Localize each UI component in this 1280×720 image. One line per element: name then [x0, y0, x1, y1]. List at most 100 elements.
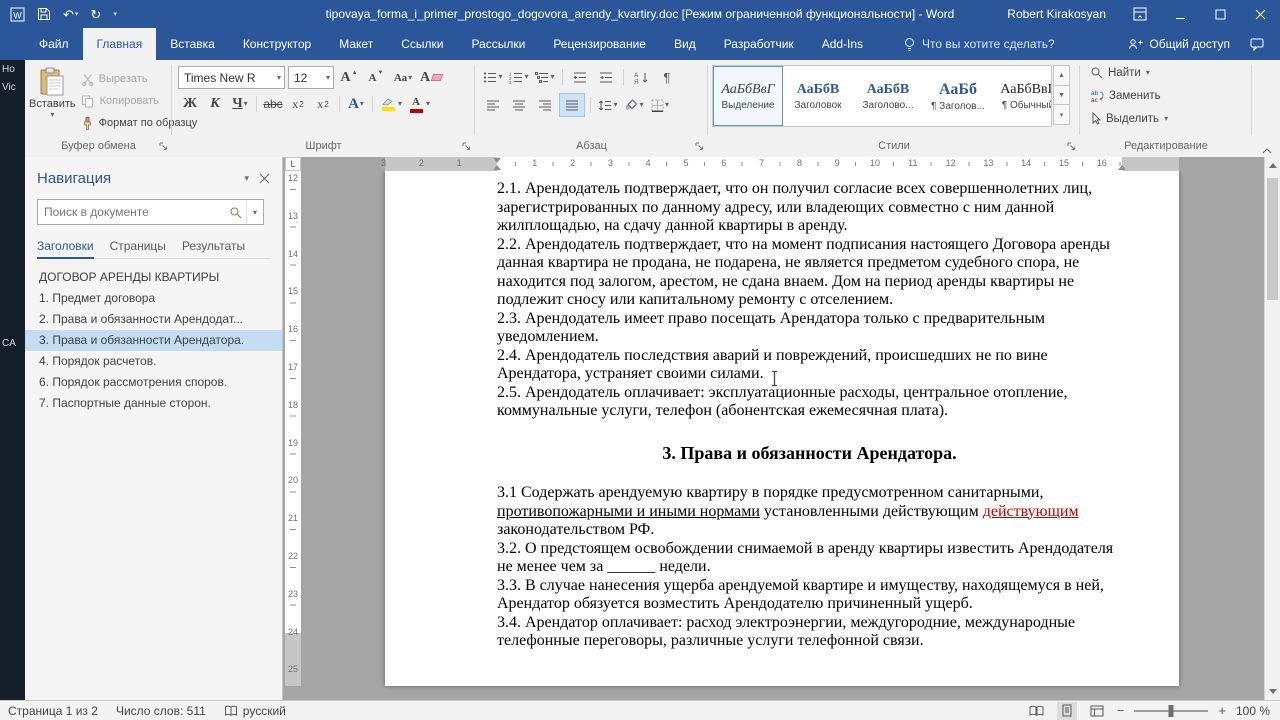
font-size-combo[interactable]: 12▾ [288, 66, 334, 89]
share-button[interactable]: Общий доступ [1128, 37, 1230, 51]
shading-button[interactable]: ▾ [622, 94, 646, 116]
highlight-color-button[interactable]: ▾ [377, 93, 404, 115]
sort-button[interactable]: АЯ [629, 66, 653, 88]
replace-button[interactable]: abac Заменить [1080, 85, 1252, 106]
ribbon-display-options-button[interactable] [1120, 0, 1160, 28]
grow-font-button[interactable]: А▲ [337, 67, 361, 89]
style-item[interactable]: АаБбВЗаголово... [853, 66, 923, 126]
shrink-font-button[interactable]: А▼ [364, 67, 388, 89]
tell-me-box[interactable]: Что вы хотите сделать? [903, 28, 1055, 60]
search-icon[interactable] [224, 206, 246, 219]
word-app-icon[interactable]: W [10, 7, 25, 22]
tab-Рецензирование[interactable]: Рецензирование [539, 28, 660, 60]
select-button[interactable]: Выделить ▾ [1080, 108, 1252, 129]
subscript-button[interactable]: x2 [286, 93, 310, 115]
styles-scroll-up-button[interactable]: ▲ [1053, 65, 1070, 86]
document-heading[interactable]: 3. Права и обязанности Арендатора. [497, 444, 1122, 463]
paragraph-dialog-launcher-icon[interactable] [695, 142, 704, 151]
customize-qat-button[interactable]: ▾ [113, 11, 117, 18]
justify-button[interactable] [559, 93, 585, 117]
nav-heading-item[interactable]: 1. Предмет договора [25, 288, 282, 309]
vertical-scrollbar[interactable] [1264, 157, 1280, 700]
collapse-ribbon-button[interactable] [1262, 148, 1272, 154]
tab-Ссылки[interactable]: Ссылки [387, 28, 457, 60]
right-indent-marker[interactable] [1118, 165, 1126, 170]
font-color-button[interactable]: А ▾ [405, 93, 432, 115]
style-item[interactable]: АаБбВвГВыделение [713, 66, 783, 126]
style-item[interactable]: АаБбВЗаголовок [783, 66, 853, 126]
italic-button[interactable]: К [203, 93, 227, 115]
document-page[interactable]: 2.1. Арендодатель подтверждает, что он п… [385, 171, 1179, 686]
font-dialog-launcher-icon[interactable] [462, 142, 471, 151]
zoom-slider[interactable] [1134, 704, 1208, 718]
navigation-close-button[interactable] [259, 173, 270, 184]
nav-heading-item[interactable]: 4. Порядок расчетов. [25, 351, 282, 372]
document-paragraph[interactable]: 3.2. О предстоящем освобождении снимаемо… [497, 540, 1122, 577]
document-paragraph[interactable]: 3.1 Содержать арендуемую квартиру в поря… [497, 484, 1122, 540]
scroll-down-arrow[interactable] [1265, 683, 1280, 700]
show-formatting-marks-button[interactable]: ¶ [655, 66, 679, 88]
tab-Разработчик[interactable]: Разработчик [710, 28, 808, 60]
nav-tab-Страницы[interactable]: Страницы [110, 239, 166, 258]
undo-button[interactable]: ↶▾ [63, 8, 78, 21]
web-layout-button[interactable] [1087, 702, 1107, 720]
style-item[interactable]: АаБб¶ Заголов... [923, 66, 993, 126]
document-paragraph[interactable]: 2.4. Арендодатель последствия аварий и п… [497, 347, 1122, 384]
comments-button[interactable] [1250, 38, 1264, 51]
document-paragraph[interactable]: 2.1. Арендодатель подтверждает, что он п… [497, 180, 1122, 236]
nav-tab-Результаты[interactable]: Результаты [182, 239, 245, 258]
document-paragraph[interactable]: 2.2. Арендодатель подтверждает, что на м… [497, 236, 1122, 310]
zoom-out-button[interactable]: − [1117, 703, 1125, 718]
tab-Файл[interactable]: Файл [25, 28, 83, 60]
strikethrough-button[interactable]: abc [261, 93, 285, 115]
close-button[interactable] [1240, 0, 1280, 28]
first-line-indent-marker[interactable] [493, 158, 501, 163]
paste-button[interactable]: Вставить ▾ [29, 64, 76, 132]
underline-button[interactable]: Ч▾ [228, 93, 252, 115]
read-mode-button[interactable] [1027, 702, 1047, 720]
redo-button[interactable]: ↻ [90, 8, 101, 21]
vertical-ruler[interactable]: 1213141516171819202122232425 [285, 171, 301, 700]
decrease-indent-button[interactable] [568, 66, 592, 88]
zoom-level[interactable]: 100 % [1236, 704, 1270, 718]
nav-heading-item[interactable]: ДОГОВОР АРЕНДЫ КВАРТИРЫ [25, 267, 282, 288]
tab-Конструктор[interactable]: Конструктор [229, 28, 325, 60]
nav-heading-item[interactable]: 7. Паспортные данные сторон. [25, 393, 282, 414]
search-options-dropdown[interactable]: ▾ [246, 200, 263, 224]
tab-Макет[interactable]: Макет [325, 28, 387, 60]
zoom-in-button[interactable]: + [1218, 703, 1226, 718]
scroll-up-arrow[interactable] [1265, 157, 1280, 174]
font-name-combo[interactable]: Times New R▾ [178, 66, 285, 89]
scrollbar-thumb[interactable] [1267, 178, 1278, 300]
page-count-indicator[interactable]: Страница 1 из 2 [8, 704, 98, 718]
styles-dialog-launcher-icon[interactable] [1067, 142, 1076, 151]
print-layout-button[interactable] [1057, 702, 1077, 720]
zoom-slider-thumb[interactable] [1169, 705, 1174, 717]
hanging-indent-marker[interactable] [493, 165, 501, 170]
tab-Add-Ins[interactable]: Add-Ins [808, 28, 877, 60]
nav-heading-item[interactable]: 6. Порядок рассмотрения споров. [25, 372, 282, 393]
bold-button[interactable]: Ж [178, 93, 202, 115]
navigation-options-dropdown[interactable]: ▾ [234, 173, 259, 184]
superscript-button[interactable]: x2 [311, 93, 335, 115]
multilevel-list-button[interactable]: ▾ [533, 66, 557, 88]
line-spacing-button[interactable]: ▾ [596, 94, 620, 116]
increase-indent-button[interactable] [594, 66, 618, 88]
align-left-button[interactable] [481, 94, 505, 116]
clear-formatting-button[interactable]: А [418, 67, 444, 89]
styles-scroll-down-button[interactable]: ▼ [1053, 86, 1070, 106]
account-name[interactable]: Robert Kirakosyan [1007, 7, 1106, 21]
align-center-button[interactable] [507, 94, 531, 116]
tab-stop-selector[interactable]: L [285, 157, 301, 171]
tab-Рассылки[interactable]: Рассылки [457, 28, 539, 60]
change-case-button[interactable]: Аа▾ [391, 67, 415, 89]
tab-Главная[interactable]: Главная [83, 28, 157, 60]
document-paragraph[interactable]: 3.4. Арендатор оплачивает: расход электр… [497, 614, 1122, 651]
numbering-button[interactable]: 123 ▾ [507, 66, 531, 88]
language-indicator[interactable]: русский [224, 704, 286, 718]
tab-Вставка[interactable]: Вставка [156, 28, 229, 60]
styles-more-button[interactable]: ▾ [1053, 105, 1070, 125]
minimize-button[interactable] [1160, 0, 1200, 28]
borders-button[interactable]: ▾ [648, 94, 672, 116]
nav-heading-item[interactable]: 3. Права и обязанности Арендатора. [25, 330, 282, 351]
